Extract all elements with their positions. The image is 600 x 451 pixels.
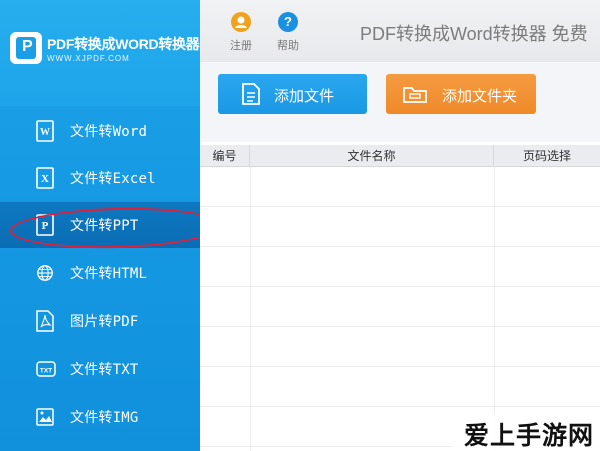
help-button[interactable]: ? 帮助 <box>271 12 305 56</box>
sidebar-item-label: 图片转PDF <box>70 314 139 330</box>
sidebar-item-label: 文件转PPT <box>70 218 139 234</box>
sidebar-item-image-to-pdf[interactable]: 图片转PDF <box>0 298 200 344</box>
topbar: 注册 ? 帮助 PDF转换成Word转换器 免费 <box>200 0 600 62</box>
folder-icon <box>403 87 427 103</box>
help-icon: ? <box>278 12 298 32</box>
sidebar-item-label: 文件转IMG <box>70 410 139 426</box>
column-header-filename[interactable]: 文件名称 <box>250 145 494 167</box>
document-icon <box>242 83 260 105</box>
table-row[interactable] <box>200 287 600 327</box>
sidebar-item-label: 文件转Word <box>70 124 148 140</box>
sidebar-item-img[interactable]: 文件转IMG <box>0 394 200 440</box>
app-window: P PDF转换成WORD转换器 WWW.XJPDF.COM W 文件转Word … <box>0 0 600 451</box>
help-label: 帮助 <box>277 39 299 52</box>
svg-text:X: X <box>41 173 49 185</box>
app-logo-icon: P <box>10 32 42 64</box>
table-row[interactable] <box>200 247 600 287</box>
register-button[interactable]: 注册 <box>224 12 258 56</box>
add-folder-button[interactable]: 添加文件夹 <box>386 74 536 114</box>
word-file-icon: W <box>36 120 54 142</box>
globe-icon <box>37 265 53 281</box>
watermark: 爱上手游网 <box>452 414 600 451</box>
logo-area: P PDF转换成WORD转换器 WWW.XJPDF.COM <box>0 0 200 106</box>
sidebar: P PDF转换成WORD转换器 WWW.XJPDF.COM W 文件转Word … <box>0 0 200 451</box>
svg-text:P: P <box>42 220 49 232</box>
sidebar-item-label: 文件转HTML <box>70 266 148 282</box>
ppt-file-icon: P <box>36 214 54 236</box>
add-file-label: 添加文件 <box>274 87 335 105</box>
excel-file-icon: X <box>36 167 54 189</box>
sidebar-item-label: 文件转Excel <box>70 171 156 187</box>
app-title: PDF转换成Word转换器 免费 <box>360 24 588 44</box>
main-panel: 注册 ? 帮助 PDF转换成Word转换器 免费 添加文件 添加文件夹 编号 文… <box>200 0 600 451</box>
sidebar-item-word[interactable]: W 文件转Word <box>0 108 200 154</box>
pdf-file-icon <box>36 310 54 332</box>
sidebar-item-excel[interactable]: X 文件转Excel <box>0 155 200 201</box>
column-divider <box>250 167 251 451</box>
table-row[interactable] <box>200 367 600 407</box>
watermark-text: 爱上手游网 <box>463 421 594 450</box>
add-folder-label: 添加文件夹 <box>442 87 518 105</box>
column-header-number[interactable]: 编号 <box>200 145 250 167</box>
file-table: 编号 文件名称 页码选择 <box>200 142 600 451</box>
sidebar-item-label: 文件转TXT <box>70 362 139 378</box>
add-file-button[interactable]: 添加文件 <box>218 74 367 114</box>
sidebar-item-html[interactable]: 文件转HTML <box>0 250 200 296</box>
image-file-icon <box>36 408 54 426</box>
user-icon <box>231 12 251 32</box>
register-label: 注册 <box>230 39 252 52</box>
action-bar: 添加文件 添加文件夹 <box>200 62 600 142</box>
column-header-page-selection[interactable]: 页码选择 <box>494 145 600 167</box>
table-row[interactable] <box>200 167 600 207</box>
svg-text:TXT: TXT <box>40 368 52 375</box>
txt-file-icon: TXT <box>36 361 56 377</box>
table-header: 编号 文件名称 页码选择 <box>200 145 600 167</box>
column-divider <box>494 167 495 451</box>
sidebar-item-txt[interactable]: TXT 文件转TXT <box>0 346 200 392</box>
table-row[interactable] <box>200 327 600 367</box>
sidebar-item-ppt[interactable]: P 文件转PPT <box>0 202 200 248</box>
svg-text:W: W <box>40 127 50 138</box>
logo-url: WWW.XJPDF.COM <box>47 54 130 63</box>
table-row[interactable] <box>200 207 600 247</box>
logo-title: PDF转换成WORD转换器 <box>47 36 200 52</box>
